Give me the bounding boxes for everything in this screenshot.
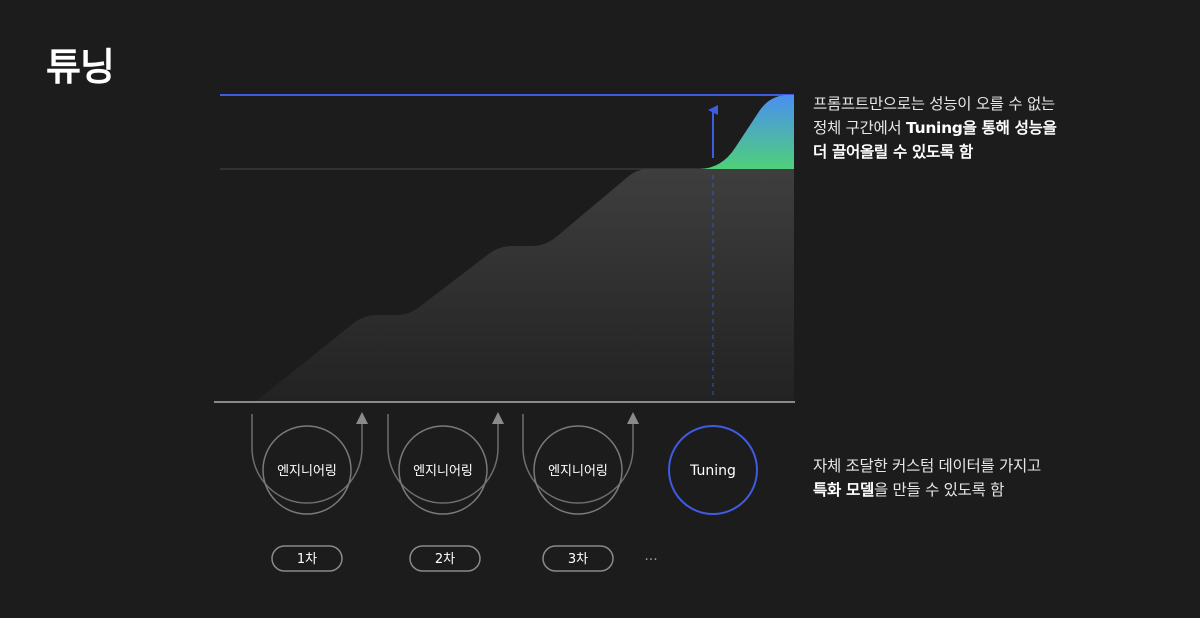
annotation-line: 자체 조달한 커스텀 데이터를 가지고 (813, 457, 1041, 475)
step-pill-1: 1차 (271, 545, 343, 572)
tuning-description: 프롬프트만으로는 성능이 오를 수 없는 정체 구간에서 Tuning을 통해 … (813, 92, 1057, 164)
annotation-line: 특화 모델을 만들 수 있도록 함 (813, 478, 1041, 502)
annotation-text: 정체 구간에서 (813, 119, 907, 137)
engineering-cycle-2: 엔지니어링 (387, 412, 504, 515)
tuning-label: Tuning (689, 463, 736, 479)
engineering-cycle-3: 엔지니어링 (522, 412, 639, 515)
annotation-emphasis: 특화 모델 (813, 481, 874, 499)
step-label: 3차 (568, 552, 588, 567)
annotation-text: 을 만들 수 있도록 함 (873, 481, 1005, 499)
engineering-cycle-1: 엔지니어링 (251, 412, 368, 515)
step-label: 1차 (297, 552, 317, 567)
step-pill-3: 3차 (542, 545, 614, 572)
tuning-node: Tuning (668, 425, 758, 515)
slide: 튜닝 엔지니어링 엔지니어링 엔지니어링 Tuning 1차 2차 3차 ···… (0, 0, 1200, 618)
annotation-line: 정체 구간에서 Tuning을 통해 성능을 (813, 116, 1057, 140)
annotation-emphasis: 더 끌어올릴 수 있도록 함 (813, 143, 973, 161)
annotation-emphasis: Tuning을 통해 성능을 (906, 119, 1057, 137)
cycle-label: 엔지니어링 (413, 464, 473, 479)
custom-data-description: 자체 조달한 커스텀 데이터를 가지고 특화 모델을 만들 수 있도록 함 (813, 454, 1041, 502)
ellipsis-indicator: ··· (644, 552, 657, 568)
step-label: 2차 (435, 552, 455, 567)
cycle-label: 엔지니어링 (277, 464, 337, 479)
annotation-line: 더 끌어올릴 수 있도록 함 (813, 140, 1057, 164)
tuning-performance-area (700, 95, 794, 169)
step-pill-2: 2차 (409, 545, 481, 572)
cycle-label: 엔지니어링 (548, 464, 608, 479)
annotation-line: 프롬프트만으로는 성능이 오를 수 없는 (813, 95, 1055, 113)
